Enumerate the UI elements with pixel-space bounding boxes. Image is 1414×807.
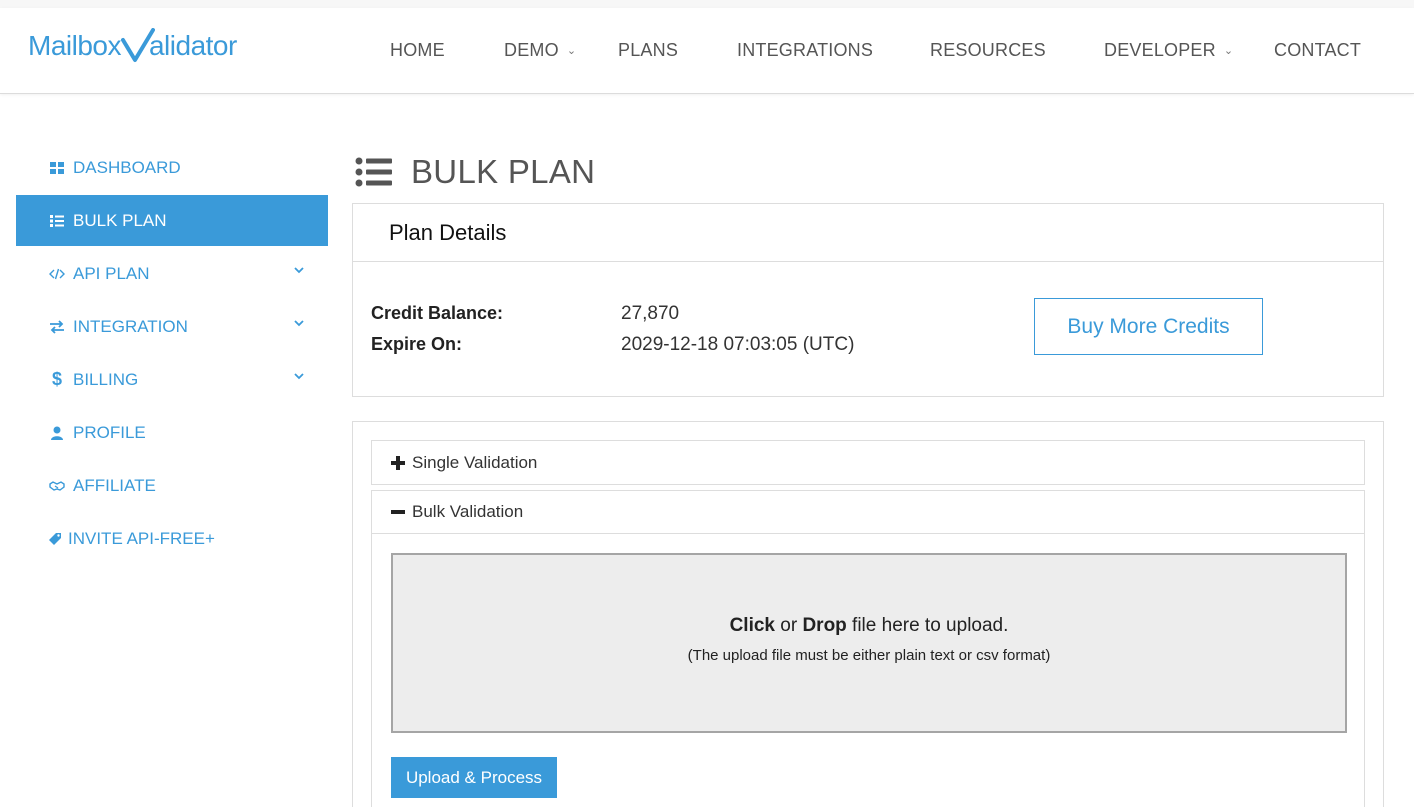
top-strip <box>0 0 1414 8</box>
dropzone-or-word: or <box>775 615 803 636</box>
nav-integrations[interactable]: INTEGRATIONS <box>737 40 873 61</box>
tag-icon <box>46 530 64 548</box>
nav-integrations-label: INTEGRATIONS <box>737 40 874 60</box>
accordion-bulk-header[interactable]: Bulk Validation <box>372 491 1364 534</box>
validation-panel: Single Validation Bulk Validation Click … <box>352 421 1384 807</box>
sidebar-item-label: INVITE API-FREE+ <box>68 528 215 548</box>
page-header: BULK PLAN <box>355 150 595 194</box>
sidebar-item-label: PROFILE <box>73 422 146 442</box>
dropzone-format-note: (The upload file must be either plain te… <box>687 647 1051 664</box>
handshake-icon <box>48 477 66 495</box>
dropzone-drop-word: Drop <box>802 615 847 636</box>
accordion-single-validation: Single Validation <box>371 440 1365 485</box>
chevron-down-icon: ⌄ <box>566 45 577 57</box>
code-icon <box>48 265 66 283</box>
chevron-down-icon[interactable] <box>292 316 306 330</box>
sidebar-item-label: BULK PLAN <box>73 210 167 230</box>
sidebar: DASHBOARD BULK PLAN API PLAN INTEGRATION… <box>16 142 328 566</box>
sidebar-item-integration[interactable]: INTEGRATION <box>16 301 328 352</box>
file-dropzone[interactable]: Click or Drop file here to upload. (The … <box>391 553 1347 733</box>
list-icon <box>355 157 392 187</box>
sidebar-item-billing[interactable]: $ BILLING <box>16 354 328 405</box>
main-nav: HOME DEMO ⌄ PLANS INTEGRATIONS RESOURCES … <box>0 8 1414 94</box>
buy-more-credits-button[interactable]: Buy More Credits <box>1034 298 1263 355</box>
expire-label: Expire On: <box>371 334 463 354</box>
sidebar-item-api-plan[interactable]: API PLAN <box>16 248 328 299</box>
nav-resources[interactable]: RESOURCES <box>930 40 1046 61</box>
dollar-icon: $ <box>51 369 62 389</box>
sidebar-item-bulk-plan[interactable]: BULK PLAN <box>16 195 328 246</box>
sidebar-item-label: AFFILIATE <box>73 475 156 495</box>
chevron-down-icon: ⌄ <box>1223 45 1234 57</box>
dropzone-click-word: Click <box>729 615 775 636</box>
expire-value: 2029-12-18 07:03:05 (UTC) <box>621 334 855 355</box>
nav-demo[interactable]: DEMO ⌄ <box>504 40 576 61</box>
sidebar-item-label: INTEGRATION <box>73 316 188 336</box>
nav-developer[interactable]: DEVELOPER ⌄ <box>1104 40 1233 61</box>
nav-contact[interactable]: CONTACT <box>1274 40 1361 61</box>
nav-plans-label: PLANS <box>618 40 679 60</box>
nav-developer-label: DEVELOPER <box>1104 40 1216 60</box>
accordion-bulk-validation: Bulk Validation Click or Drop file here … <box>371 490 1365 807</box>
sidebar-item-dashboard[interactable]: DASHBOARD <box>16 142 328 193</box>
chevron-down-icon[interactable] <box>292 263 306 277</box>
plan-details-card: Plan Details Credit Balance: 27,870 Expi… <box>352 203 1384 397</box>
sidebar-item-label: BILLING <box>73 369 139 389</box>
nav-resources-label: RESOURCES <box>930 40 1046 60</box>
nav-plans[interactable]: PLANS <box>618 40 678 61</box>
exchange-icon <box>48 318 66 336</box>
upload-process-button[interactable]: Upload & Process <box>391 757 557 798</box>
nav-home[interactable]: HOME <box>390 40 445 61</box>
sidebar-item-label: API PLAN <box>73 263 150 283</box>
sidebar-item-invite[interactable]: INVITE API-FREE+ <box>16 513 328 564</box>
nav-home-label: HOME <box>390 40 445 60</box>
credit-balance-value: 27,870 <box>621 303 680 324</box>
dashboard-icon <box>48 159 66 177</box>
chevron-down-icon[interactable] <box>292 369 306 383</box>
dropzone-instruction: Click or Drop file here to upload. <box>393 615 1345 637</box>
nav-contact-label: CONTACT <box>1274 40 1362 60</box>
accordion-bulk-label: Bulk Validation <box>412 502 524 521</box>
dropzone-rest-text: file here to upload. <box>846 615 1009 636</box>
accordion-single-label: Single Validation <box>412 452 538 472</box>
sidebar-item-affiliate[interactable]: AFFILIATE <box>16 460 328 511</box>
site-header: Mailbox alidator HOME DEMO ⌄ PLANS INTEGR… <box>0 8 1414 94</box>
plus-icon <box>391 455 405 470</box>
credit-balance-label: Credit Balance: <box>371 303 504 323</box>
list-icon <box>48 212 66 230</box>
user-icon <box>48 424 66 442</box>
plan-details-heading: Plan Details <box>353 204 1383 262</box>
nav-demo-label: DEMO <box>504 40 559 60</box>
sidebar-item-profile[interactable]: PROFILE <box>16 407 328 458</box>
accordion-single-header[interactable]: Single Validation <box>372 441 1364 484</box>
page-title: BULK PLAN <box>411 153 596 190</box>
minus-icon <box>391 510 405 514</box>
sidebar-item-label: DASHBOARD <box>73 157 181 177</box>
